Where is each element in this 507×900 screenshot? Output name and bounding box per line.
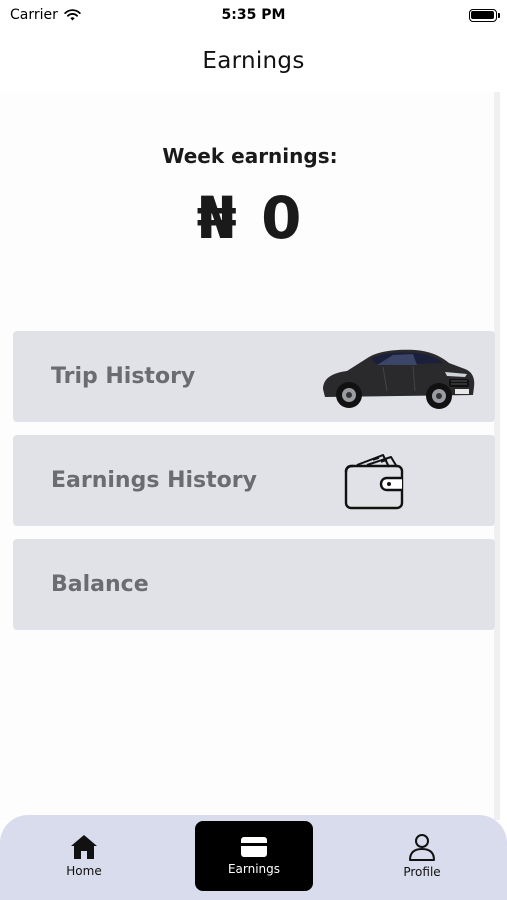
card-icon bbox=[241, 837, 267, 857]
status-right bbox=[377, 8, 500, 22]
tab-earnings-label: Earnings bbox=[227, 862, 281, 876]
profile-icon bbox=[409, 834, 435, 861]
wifi-icon bbox=[64, 9, 81, 21]
wallet-icon bbox=[344, 454, 404, 510]
battery-icon bbox=[468, 8, 500, 22]
car-icon bbox=[323, 349, 475, 409]
trip-history-card[interactable]: Trip History bbox=[13, 331, 495, 422]
earnings-content: Week earnings: ₦ 0 Trip History Earnings… bbox=[0, 92, 500, 820]
carrier-label: Carrier bbox=[10, 7, 58, 23]
tab-profile-label: Profile bbox=[403, 865, 441, 879]
balance-card[interactable]: Balance bbox=[13, 539, 495, 630]
earnings-history-label: Earnings History bbox=[51, 468, 257, 493]
nav-header: Earnings bbox=[0, 30, 507, 92]
tab-home[interactable]: Home bbox=[25, 821, 143, 891]
status-left: Carrier bbox=[10, 7, 130, 23]
status-time: 5:35 PM bbox=[221, 7, 286, 23]
earnings-history-card[interactable]: Earnings History bbox=[13, 435, 495, 526]
page-title: Earnings bbox=[202, 48, 305, 74]
week-earnings-amount: ₦ 0 bbox=[196, 184, 304, 252]
tab-home-label: Home bbox=[66, 864, 102, 878]
tab-profile[interactable]: Profile bbox=[363, 821, 481, 891]
home-icon bbox=[71, 835, 97, 859]
bottom-tab-bar: Home Earnings Profile bbox=[0, 815, 507, 900]
status-bar: Carrier 5:35 PM bbox=[0, 0, 507, 30]
tab-earnings[interactable]: Earnings bbox=[195, 821, 313, 891]
trip-history-label: Trip History bbox=[51, 364, 196, 389]
balance-label: Balance bbox=[51, 572, 149, 597]
week-earnings-label: Week earnings: bbox=[162, 144, 338, 168]
